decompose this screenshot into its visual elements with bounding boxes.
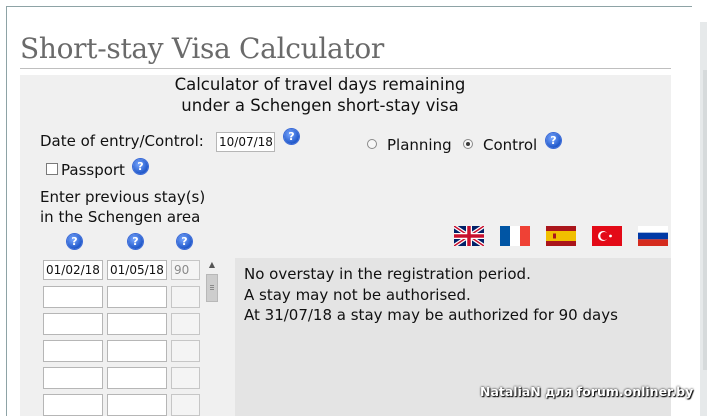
stay-entry-input[interactable]	[43, 286, 103, 308]
planning-radio[interactable]	[367, 139, 377, 149]
entry-column-help-icon[interactable]: ?	[67, 234, 82, 249]
control-radio[interactable]	[463, 139, 473, 149]
subtitle-line-2: under a Schengen short-stay visa	[181, 96, 459, 115]
subtitle-line-1: Calculator of travel days remaining	[174, 75, 466, 94]
entry-date-input[interactable]	[216, 132, 275, 152]
exit-column-help-icon[interactable]: ?	[128, 234, 143, 249]
stays-label-line-1: Enter previous stay(s)	[40, 188, 206, 206]
stay-days-field	[171, 340, 200, 362]
frame-left-border	[6, 6, 7, 416]
stay-exit-input[interactable]	[107, 367, 167, 389]
stay-entry-input[interactable]	[43, 340, 103, 362]
stay-entry-input[interactable]	[43, 313, 103, 335]
scroll-up-arrow-icon[interactable]: ▲	[205, 260, 219, 270]
mode-help-icon[interactable]: ?	[546, 133, 561, 148]
entry-date-help-icon[interactable]: ?	[284, 129, 299, 144]
passport-checkbox[interactable]	[46, 163, 58, 175]
flag-turkey-icon[interactable]	[592, 226, 622, 246]
flag-spain-icon[interactable]	[546, 226, 576, 246]
frame-top-border	[6, 6, 692, 7]
flag-russia-icon[interactable]	[638, 226, 668, 246]
planning-label[interactable]: Planning	[387, 136, 452, 154]
watermark-text: NataliaN для forum.onliner.by	[480, 384, 694, 399]
stay-days-field	[171, 313, 200, 335]
entry-date-label: Date of entry/Control:	[40, 132, 204, 150]
result-line-1: No overstay in the registration period.	[244, 265, 531, 283]
stays-scrollbar[interactable]: ▲	[205, 258, 219, 416]
stay-entry-input[interactable]	[43, 260, 103, 280]
stay-exit-input[interactable]	[107, 286, 167, 308]
passport-help-icon[interactable]: ?	[133, 159, 148, 174]
stay-exit-input[interactable]	[107, 394, 167, 416]
stay-days-field	[171, 286, 200, 308]
stay-entry-input[interactable]	[43, 394, 103, 416]
result-line-3: At 31/07/18 a stay may be authorized for…	[244, 306, 618, 324]
stay-exit-input[interactable]	[107, 260, 167, 280]
stay-exit-input[interactable]	[107, 313, 167, 335]
right-edge-scrollbar[interactable]	[703, 70, 707, 370]
control-label[interactable]: Control	[483, 136, 537, 154]
stay-days-field	[171, 367, 200, 389]
scroll-thumb[interactable]	[206, 274, 218, 302]
flag-uk-icon[interactable]	[454, 226, 484, 246]
page-title: Short-stay Visa Calculator	[20, 32, 384, 65]
stays-label-line-2: in the Schengen area	[40, 208, 201, 226]
days-column-help-icon[interactable]: ?	[177, 234, 192, 249]
stay-entry-input[interactable]	[43, 367, 103, 389]
flag-france-icon[interactable]	[500, 226, 530, 246]
passport-label[interactable]: Passport	[61, 161, 125, 179]
stay-exit-input[interactable]	[107, 340, 167, 362]
stay-days-field	[171, 260, 200, 280]
title-divider	[20, 68, 671, 69]
calculator-subtitle: Calculator of travel days remaining unde…	[120, 74, 520, 116]
stay-days-field	[171, 394, 200, 416]
result-line-2: A stay may not be authorised.	[244, 286, 471, 304]
